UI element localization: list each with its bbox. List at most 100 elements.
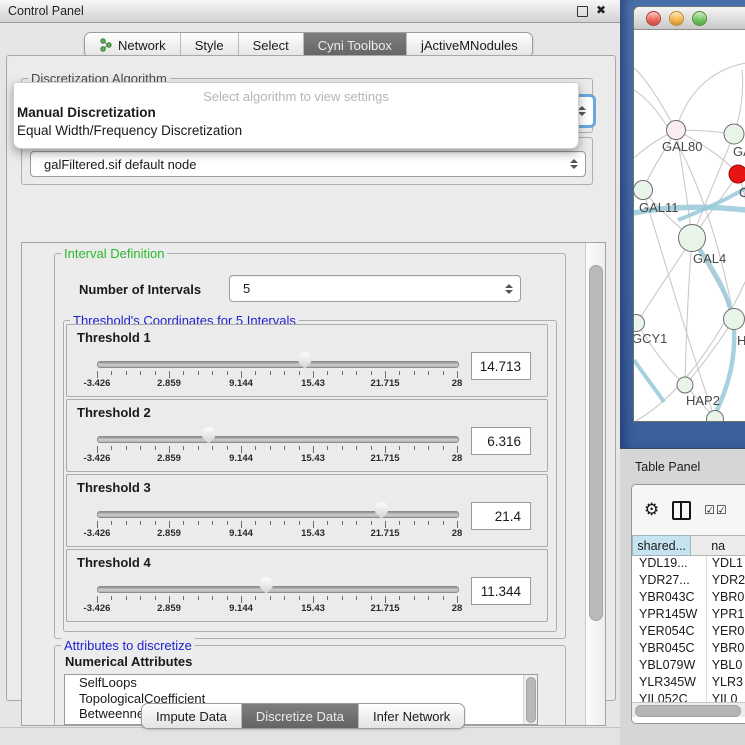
table-hscrollbar-thumb[interactable] [635, 705, 741, 717]
tab-discretize-data[interactable]: Discretize Data [241, 704, 358, 728]
tick-label: 9.144 [229, 603, 253, 614]
column-header-shared-name[interactable]: shared... [632, 535, 691, 556]
tick-mark [327, 371, 328, 375]
tick-label: -3.426 [84, 528, 111, 539]
tick-label: 28 [452, 603, 463, 614]
tick-mark [371, 446, 372, 450]
tab-infer-network[interactable]: Infer Network [358, 704, 464, 728]
tick-mark [212, 596, 213, 600]
tab-select[interactable]: Select [238, 33, 303, 57]
tick-label: 28 [452, 453, 463, 464]
tab-label: Select [253, 38, 289, 53]
control-panel-titlebar: Control Panel ✖ [0, 0, 620, 23]
attribute-item-selfloops[interactable]: SelfLoops [65, 675, 537, 691]
threshold-value-field[interactable]: 11.344 [471, 577, 531, 605]
table-row[interactable]: YDL19...YDL1 [632, 556, 745, 573]
tick-mark [414, 521, 415, 525]
tick-mark [198, 521, 199, 525]
tab-impute-data[interactable]: Impute Data [142, 704, 241, 728]
table-row[interactable]: YDR27...YDR2 [632, 573, 745, 590]
threshold-slider-track[interactable] [97, 586, 459, 593]
zoom-button[interactable] [692, 11, 707, 26]
cell-shared-name: YDR27... [632, 573, 707, 590]
table-data-combo[interactable]: galFiltered.sif default node [30, 151, 586, 177]
tick-mark [155, 596, 156, 600]
tick-mark [385, 371, 386, 378]
table-row[interactable]: YLR345WYLR3 [632, 675, 745, 692]
tick-mark [457, 446, 458, 453]
split-column-icon[interactable] [672, 501, 691, 520]
threshold-value-field[interactable]: 6.316 [471, 427, 531, 455]
table-hscrollbar[interactable] [632, 702, 745, 717]
network-node-c[interactable] [729, 165, 745, 183]
column-header-name[interactable]: na [691, 535, 745, 556]
table-row[interactable]: YIL052CYIL0 [632, 692, 745, 702]
threshold-slider-track[interactable] [97, 436, 459, 443]
network-edge [634, 68, 676, 130]
threshold-panel-2: Threshold 2-3.4262.8599.14415.4321.71528… [66, 399, 548, 472]
tab-jactivemnodules[interactable]: jActiveMNodules [406, 33, 532, 57]
network-canvas[interactable]: GAL80GACGAL11GAL4HGCY1HAP2 [634, 30, 745, 421]
network-node-gal4[interactable] [679, 225, 706, 252]
tick-mark [356, 371, 357, 375]
table-row[interactable]: YBR045CYBR0 [632, 641, 745, 658]
node-label: HAP2 [686, 393, 720, 408]
tick-mark [255, 596, 256, 600]
tab-label: Infer Network [373, 709, 450, 724]
tick-label: -3.426 [84, 603, 111, 614]
node-label: GA [733, 144, 745, 159]
close-icon[interactable]: ✖ [596, 3, 606, 17]
tick-mark [371, 521, 372, 525]
list-scrollbar-thumb[interactable] [526, 677, 536, 723]
tick-label: 21.715 [370, 378, 399, 389]
cyni-toolbox-panel: Discretization Algorithm Table Data galF… [6, 55, 616, 701]
tab-label: Network [118, 38, 166, 53]
float-window-icon[interactable] [577, 6, 588, 17]
tick-mark [443, 371, 444, 375]
network-node-gcy1[interactable] [634, 315, 645, 332]
main-scrollbar-thumb[interactable] [589, 265, 603, 621]
cell-shared-name: YBL079W [632, 658, 707, 675]
tick-mark [385, 446, 386, 453]
tick-mark [327, 596, 328, 600]
tab-network[interactable]: Network [85, 33, 180, 57]
number-of-intervals-combo[interactable]: 5 [229, 275, 521, 302]
network-node-gal80[interactable] [667, 121, 686, 140]
threshold-slider-track[interactable] [97, 511, 459, 518]
table-row[interactable]: YBL079WYBL0 [632, 658, 745, 675]
tick-mark [342, 596, 343, 600]
network-node-ga[interactable] [724, 124, 744, 144]
gear-icon[interactable]: ⚙ [644, 500, 659, 520]
threshold-value-field[interactable]: 21.4 [471, 502, 531, 530]
main-scrollbar[interactable] [585, 243, 605, 725]
algorithm-option-manual-discretization[interactable]: Manual Discretization [14, 104, 578, 122]
bottom-tab-bar: Impute DataDiscretize Data Infer Network [141, 703, 465, 729]
algorithm-option-equal-width-frequency-discretization[interactable]: Equal Width/Frequency Discretization [14, 122, 578, 140]
number-of-intervals-value: 5 [230, 281, 504, 296]
tick-mark [299, 446, 300, 450]
threshold-slider-track[interactable] [97, 361, 459, 368]
threshold-value-field[interactable]: 14.713 [471, 352, 531, 380]
close-button[interactable] [646, 11, 661, 26]
tick-label: 15.43 [301, 603, 325, 614]
tick-mark [183, 371, 184, 375]
network-node-hap2[interactable] [677, 377, 693, 393]
minimize-button[interactable] [669, 11, 684, 26]
tick-label: -3.426 [84, 453, 111, 464]
table-row[interactable]: YER054CYER0 [632, 624, 745, 641]
tick-mark [255, 521, 256, 525]
tick-mark [97, 521, 98, 528]
network-node-gal11[interactable] [634, 181, 653, 200]
tick-label: 2.859 [157, 453, 181, 464]
checkbox-icons[interactable]: ☑☑ [704, 503, 728, 517]
tick-label: 9.144 [229, 453, 253, 464]
network-node-h[interactable] [724, 309, 745, 330]
tab-label: Style [195, 38, 224, 53]
tick-mark [371, 371, 372, 375]
network-window-titlebar [634, 7, 745, 30]
list-scrollbar[interactable] [523, 675, 537, 724]
table-row[interactable]: YPR145WYPR1 [632, 607, 745, 624]
tab-style[interactable]: Style [180, 33, 238, 57]
tab-cyni-toolbox[interactable]: Cyni Toolbox [303, 33, 406, 57]
table-row[interactable]: YBR043CYBR0 [632, 590, 745, 607]
